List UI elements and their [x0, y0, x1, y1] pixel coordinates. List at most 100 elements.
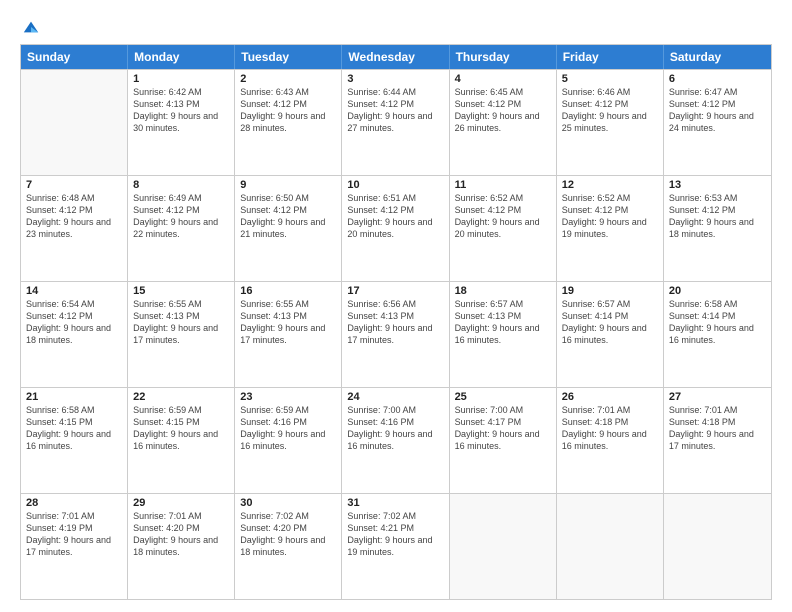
calendar-cell: 15Sunrise: 6:55 AM Sunset: 4:13 PM Dayli… [128, 282, 235, 387]
calendar-cell [557, 494, 664, 599]
calendar-cell: 13Sunrise: 6:53 AM Sunset: 4:12 PM Dayli… [664, 176, 771, 281]
day-number: 11 [455, 179, 551, 191]
day-number: 30 [240, 497, 336, 509]
day-number: 1 [133, 73, 229, 85]
calendar-cell: 17Sunrise: 6:56 AM Sunset: 4:13 PM Dayli… [342, 282, 449, 387]
header-day-tuesday: Tuesday [235, 45, 342, 69]
logo [20, 18, 40, 36]
logo-icon [22, 18, 40, 36]
calendar-cell: 22Sunrise: 6:59 AM Sunset: 4:15 PM Dayli… [128, 388, 235, 493]
day-number: 22 [133, 391, 229, 403]
header-day-thursday: Thursday [450, 45, 557, 69]
day-info: Sunrise: 6:52 AM Sunset: 4:12 PM Dayligh… [455, 192, 551, 241]
calendar-cell: 9Sunrise: 6:50 AM Sunset: 4:12 PM Daylig… [235, 176, 342, 281]
calendar-body: 1Sunrise: 6:42 AM Sunset: 4:13 PM Daylig… [21, 69, 771, 599]
header-day-saturday: Saturday [664, 45, 771, 69]
calendar-cell: 24Sunrise: 7:00 AM Sunset: 4:16 PM Dayli… [342, 388, 449, 493]
calendar-cell: 14Sunrise: 6:54 AM Sunset: 4:12 PM Dayli… [21, 282, 128, 387]
calendar-row: 1Sunrise: 6:42 AM Sunset: 4:13 PM Daylig… [21, 69, 771, 175]
calendar-cell: 5Sunrise: 6:46 AM Sunset: 4:12 PM Daylig… [557, 70, 664, 175]
day-info: Sunrise: 6:46 AM Sunset: 4:12 PM Dayligh… [562, 86, 658, 135]
day-info: Sunrise: 7:02 AM Sunset: 4:21 PM Dayligh… [347, 510, 443, 559]
day-number: 28 [26, 497, 122, 509]
day-number: 18 [455, 285, 551, 297]
calendar-cell [664, 494, 771, 599]
calendar-row: 21Sunrise: 6:58 AM Sunset: 4:15 PM Dayli… [21, 387, 771, 493]
day-number: 23 [240, 391, 336, 403]
day-info: Sunrise: 6:42 AM Sunset: 4:13 PM Dayligh… [133, 86, 229, 135]
day-info: Sunrise: 6:53 AM Sunset: 4:12 PM Dayligh… [669, 192, 766, 241]
calendar-cell [21, 70, 128, 175]
day-number: 31 [347, 497, 443, 509]
day-number: 25 [455, 391, 551, 403]
calendar-cell: 23Sunrise: 6:59 AM Sunset: 4:16 PM Dayli… [235, 388, 342, 493]
day-info: Sunrise: 6:50 AM Sunset: 4:12 PM Dayligh… [240, 192, 336, 241]
calendar-row: 14Sunrise: 6:54 AM Sunset: 4:12 PM Dayli… [21, 281, 771, 387]
calendar-header: SundayMondayTuesdayWednesdayThursdayFrid… [21, 45, 771, 69]
calendar-row: 7Sunrise: 6:48 AM Sunset: 4:12 PM Daylig… [21, 175, 771, 281]
day-number: 2 [240, 73, 336, 85]
calendar-cell: 3Sunrise: 6:44 AM Sunset: 4:12 PM Daylig… [342, 70, 449, 175]
day-number: 16 [240, 285, 336, 297]
day-info: Sunrise: 6:45 AM Sunset: 4:12 PM Dayligh… [455, 86, 551, 135]
day-info: Sunrise: 6:52 AM Sunset: 4:12 PM Dayligh… [562, 192, 658, 241]
calendar-cell: 19Sunrise: 6:57 AM Sunset: 4:14 PM Dayli… [557, 282, 664, 387]
day-info: Sunrise: 7:00 AM Sunset: 4:16 PM Dayligh… [347, 404, 443, 453]
day-number: 21 [26, 391, 122, 403]
day-info: Sunrise: 6:57 AM Sunset: 4:13 PM Dayligh… [455, 298, 551, 347]
calendar-cell: 27Sunrise: 7:01 AM Sunset: 4:18 PM Dayli… [664, 388, 771, 493]
day-number: 12 [562, 179, 658, 191]
calendar-cell: 30Sunrise: 7:02 AM Sunset: 4:20 PM Dayli… [235, 494, 342, 599]
day-number: 14 [26, 285, 122, 297]
calendar-cell: 10Sunrise: 6:51 AM Sunset: 4:12 PM Dayli… [342, 176, 449, 281]
day-info: Sunrise: 7:01 AM Sunset: 4:18 PM Dayligh… [562, 404, 658, 453]
day-number: 19 [562, 285, 658, 297]
day-number: 13 [669, 179, 766, 191]
day-number: 4 [455, 73, 551, 85]
calendar-cell: 26Sunrise: 7:01 AM Sunset: 4:18 PM Dayli… [557, 388, 664, 493]
day-info: Sunrise: 6:49 AM Sunset: 4:12 PM Dayligh… [133, 192, 229, 241]
header [20, 18, 772, 36]
day-info: Sunrise: 7:01 AM Sunset: 4:20 PM Dayligh… [133, 510, 229, 559]
day-number: 5 [562, 73, 658, 85]
day-info: Sunrise: 6:54 AM Sunset: 4:12 PM Dayligh… [26, 298, 122, 347]
calendar-cell: 18Sunrise: 6:57 AM Sunset: 4:13 PM Dayli… [450, 282, 557, 387]
calendar-cell: 2Sunrise: 6:43 AM Sunset: 4:12 PM Daylig… [235, 70, 342, 175]
calendar-cell: 20Sunrise: 6:58 AM Sunset: 4:14 PM Dayli… [664, 282, 771, 387]
calendar-cell: 7Sunrise: 6:48 AM Sunset: 4:12 PM Daylig… [21, 176, 128, 281]
day-info: Sunrise: 6:56 AM Sunset: 4:13 PM Dayligh… [347, 298, 443, 347]
day-number: 26 [562, 391, 658, 403]
day-number: 10 [347, 179, 443, 191]
calendar-cell: 6Sunrise: 6:47 AM Sunset: 4:12 PM Daylig… [664, 70, 771, 175]
calendar: SundayMondayTuesdayWednesdayThursdayFrid… [20, 44, 772, 600]
day-info: Sunrise: 6:43 AM Sunset: 4:12 PM Dayligh… [240, 86, 336, 135]
day-number: 20 [669, 285, 766, 297]
day-info: Sunrise: 6:55 AM Sunset: 4:13 PM Dayligh… [133, 298, 229, 347]
day-info: Sunrise: 7:02 AM Sunset: 4:20 PM Dayligh… [240, 510, 336, 559]
day-info: Sunrise: 7:01 AM Sunset: 4:19 PM Dayligh… [26, 510, 122, 559]
calendar-cell: 28Sunrise: 7:01 AM Sunset: 4:19 PM Dayli… [21, 494, 128, 599]
page: SundayMondayTuesdayWednesdayThursdayFrid… [0, 0, 792, 612]
day-number: 17 [347, 285, 443, 297]
day-number: 15 [133, 285, 229, 297]
day-info: Sunrise: 7:00 AM Sunset: 4:17 PM Dayligh… [455, 404, 551, 453]
day-number: 3 [347, 73, 443, 85]
day-info: Sunrise: 6:59 AM Sunset: 4:16 PM Dayligh… [240, 404, 336, 453]
calendar-cell: 11Sunrise: 6:52 AM Sunset: 4:12 PM Dayli… [450, 176, 557, 281]
calendar-row: 28Sunrise: 7:01 AM Sunset: 4:19 PM Dayli… [21, 493, 771, 599]
day-number: 7 [26, 179, 122, 191]
day-info: Sunrise: 6:44 AM Sunset: 4:12 PM Dayligh… [347, 86, 443, 135]
calendar-cell: 1Sunrise: 6:42 AM Sunset: 4:13 PM Daylig… [128, 70, 235, 175]
calendar-cell: 31Sunrise: 7:02 AM Sunset: 4:21 PM Dayli… [342, 494, 449, 599]
day-info: Sunrise: 6:51 AM Sunset: 4:12 PM Dayligh… [347, 192, 443, 241]
day-number: 9 [240, 179, 336, 191]
day-info: Sunrise: 6:57 AM Sunset: 4:14 PM Dayligh… [562, 298, 658, 347]
day-number: 8 [133, 179, 229, 191]
calendar-cell: 25Sunrise: 7:00 AM Sunset: 4:17 PM Dayli… [450, 388, 557, 493]
calendar-cell: 29Sunrise: 7:01 AM Sunset: 4:20 PM Dayli… [128, 494, 235, 599]
day-info: Sunrise: 6:55 AM Sunset: 4:13 PM Dayligh… [240, 298, 336, 347]
day-info: Sunrise: 6:59 AM Sunset: 4:15 PM Dayligh… [133, 404, 229, 453]
day-number: 27 [669, 391, 766, 403]
day-number: 24 [347, 391, 443, 403]
day-info: Sunrise: 6:47 AM Sunset: 4:12 PM Dayligh… [669, 86, 766, 135]
